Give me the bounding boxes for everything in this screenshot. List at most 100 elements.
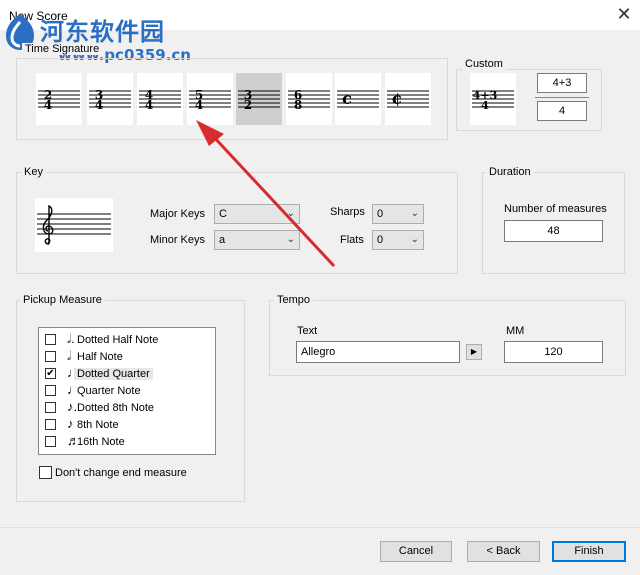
pickup-list-item[interactable]: 𝅗𝅥 Half Note (45, 348, 210, 365)
flats-label: Flats (340, 234, 364, 246)
footer-divider (0, 527, 640, 528)
chevron-down-icon: ⌄ (410, 234, 419, 245)
custom-preview: 4+3 4 (470, 73, 516, 125)
time-signature-option[interactable]: 24 (36, 73, 82, 125)
duration-label: Duration (486, 166, 534, 178)
pickup-list-item[interactable]: ♪ 8th Note (45, 416, 210, 433)
flats-select[interactable]: 0 ⌄ (372, 230, 424, 250)
time-signature-option[interactable]: ¢ (385, 73, 431, 125)
tempo-text-field[interactable]: Allegro (296, 341, 460, 363)
sharps-select[interactable]: 0 ⌄ (372, 204, 424, 224)
sharps-value: 0 (377, 208, 384, 220)
pickup-item-label: Half Note (77, 351, 123, 363)
major-keys-value: C (219, 208, 227, 220)
finish-button[interactable]: Finish (552, 541, 626, 562)
minor-keys-label: Minor Keys (150, 234, 206, 246)
pickup-item-checkbox[interactable] (45, 334, 56, 345)
measures-field[interactable]: 48 (504, 220, 603, 242)
note-icon: 𝅗𝅥. (67, 331, 75, 346)
time-signature-staff: c (337, 89, 379, 108)
tempo-label: Tempo (274, 294, 314, 306)
pickup-item-label: Dotted 8th Note (77, 402, 155, 414)
pickup-item-checkbox[interactable] (45, 419, 56, 430)
time-signature-bottom: 2 (244, 98, 252, 112)
pickup-item-checkbox[interactable] (45, 351, 56, 362)
pickup-item-checkbox[interactable] (45, 436, 56, 447)
pickup-item-label: Dotted Quarter (74, 368, 153, 380)
time-signature-option[interactable]: 44 (137, 73, 183, 125)
minor-keys-value: a (219, 234, 226, 246)
pickup-item-checkbox[interactable]: ✔ (45, 368, 56, 379)
time-signature-option[interactable]: 34 (87, 73, 133, 125)
minor-keys-select[interactable]: a ⌄ (214, 230, 300, 250)
custom-top-field[interactable]: 4+3 (537, 73, 587, 93)
mm-label: MM (506, 325, 525, 337)
sharps-label: Sharps (330, 206, 365, 218)
major-keys-label: Major Keys (150, 208, 206, 220)
time-signature-label: Time Signature (22, 43, 103, 55)
pickup-item-checkbox[interactable] (45, 402, 56, 413)
time-signature-option[interactable]: c (335, 73, 381, 125)
time-signature-bottom: 4 (44, 98, 52, 112)
custom-bottom-field[interactable]: 4 (537, 101, 587, 121)
time-signature-staff: 44 (139, 88, 181, 112)
pickup-item-label: Quarter Note (77, 385, 141, 397)
key-label: Key (21, 166, 46, 178)
time-signature-symbol: c (342, 89, 352, 108)
pickup-item-checkbox[interactable] (45, 385, 56, 396)
window-title: New Score (9, 9, 68, 23)
pickup-list-item[interactable]: ✔♩.Dotted Quarter (45, 365, 210, 382)
tempo-group (269, 300, 626, 376)
mm-field[interactable]: 120 (504, 341, 603, 363)
pickup-item-label: 16th Note (77, 436, 125, 448)
check-icon: ✔ (46, 368, 55, 379)
tempo-text-label: Text (297, 325, 318, 337)
custom-preview-bottom: 4 (481, 99, 489, 112)
play-icon: ▶ (470, 347, 478, 356)
time-signature-option[interactable]: 32 (236, 73, 282, 125)
chevron-down-icon: ⌄ (286, 208, 295, 219)
back-button[interactable]: < Back (467, 541, 540, 562)
time-signature-option[interactable]: 68 (286, 73, 332, 125)
pickup-item-label: Dotted Half Note (77, 334, 159, 346)
note-icon: ♪. (67, 399, 78, 414)
time-signature-staff: 32 (238, 88, 280, 112)
chevron-down-icon: ⌄ (286, 234, 295, 245)
custom-divider (535, 97, 589, 98)
note-icon: 𝅗𝅥 (67, 348, 72, 363)
pickup-list-item[interactable]: ♩ Quarter Note (45, 382, 210, 399)
time-signature-staff: ¢ (387, 89, 429, 108)
time-signature-bottom: 4 (95, 98, 103, 112)
treble-clef-icon (37, 204, 111, 245)
pickup-list-item[interactable]: ♪. Dotted 8th Note (45, 399, 210, 416)
cancel-button[interactable]: Cancel (380, 541, 452, 562)
new-score-dialog: New Score ✕ 河东软件园 www.pc0359.cn Time Sig… (0, 0, 640, 575)
note-icon: ♪ (67, 416, 74, 431)
chevron-down-icon: ⌄ (410, 208, 419, 219)
custom-staff: 4+3 4 (472, 89, 514, 112)
key-staff-preview (35, 198, 113, 252)
flats-value: 0 (377, 234, 384, 246)
measures-label: Number of measures (504, 203, 607, 215)
pickup-list-item[interactable]: ♬ 16th Note (45, 433, 210, 450)
time-signature-staff: 54 (189, 88, 231, 112)
dont-change-label: Don't change end measure (55, 467, 187, 479)
time-signature-symbol: ¢ (391, 89, 402, 108)
major-keys-select[interactable]: C ⌄ (214, 204, 300, 224)
tempo-play-button[interactable]: ▶ (466, 344, 482, 360)
time-signature-staff: 24 (38, 88, 80, 112)
time-signature-bottom: 8 (294, 98, 302, 112)
close-icon[interactable]: ✕ (612, 3, 636, 25)
time-signature-staff: 34 (89, 88, 131, 112)
pickup-measure-label: Pickup Measure (20, 294, 105, 306)
custom-label: Custom (462, 58, 506, 70)
pickup-note-list[interactable]: 𝅗𝅥.Dotted Half Note𝅗𝅥Half Note✔♩.Dotted … (38, 327, 216, 455)
time-signature-bottom: 4 (195, 98, 203, 112)
time-signature-staff: 68 (288, 88, 330, 112)
time-signature-option[interactable]: 54 (187, 73, 233, 125)
title-bar: New Score ✕ (0, 0, 640, 30)
pickup-item-label: 8th Note (77, 419, 119, 431)
time-signature-bottom: 4 (145, 98, 153, 112)
pickup-list-item[interactable]: 𝅗𝅥. Dotted Half Note (45, 331, 210, 348)
dont-change-checkbox[interactable] (39, 466, 52, 479)
